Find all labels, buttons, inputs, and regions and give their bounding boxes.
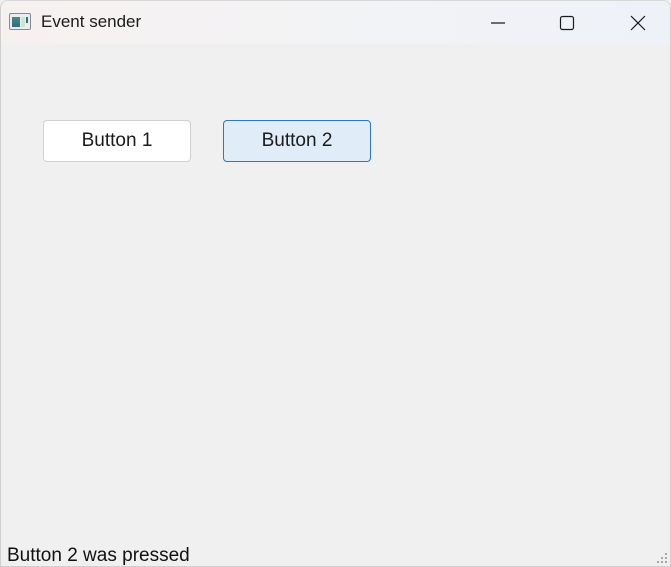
app-window: Event sender Button 1 Button 2 Button 2 … bbox=[0, 0, 671, 567]
app-window-icon[interactable] bbox=[9, 13, 31, 30]
minimize-button[interactable] bbox=[475, 1, 521, 44]
minimize-icon bbox=[491, 21, 505, 24]
button-1[interactable]: Button 1 bbox=[43, 120, 191, 162]
close-icon bbox=[630, 15, 646, 30]
maximize-icon bbox=[559, 15, 575, 30]
status-message: Button 2 was pressed bbox=[7, 545, 190, 566]
button-2[interactable]: Button 2 bbox=[223, 120, 371, 162]
maximize-button[interactable] bbox=[544, 1, 590, 44]
title-bar[interactable]: Event sender bbox=[1, 1, 670, 44]
size-grip-icon[interactable] bbox=[656, 552, 668, 564]
window-title: Event sender bbox=[41, 12, 142, 31]
close-button[interactable] bbox=[615, 1, 661, 44]
